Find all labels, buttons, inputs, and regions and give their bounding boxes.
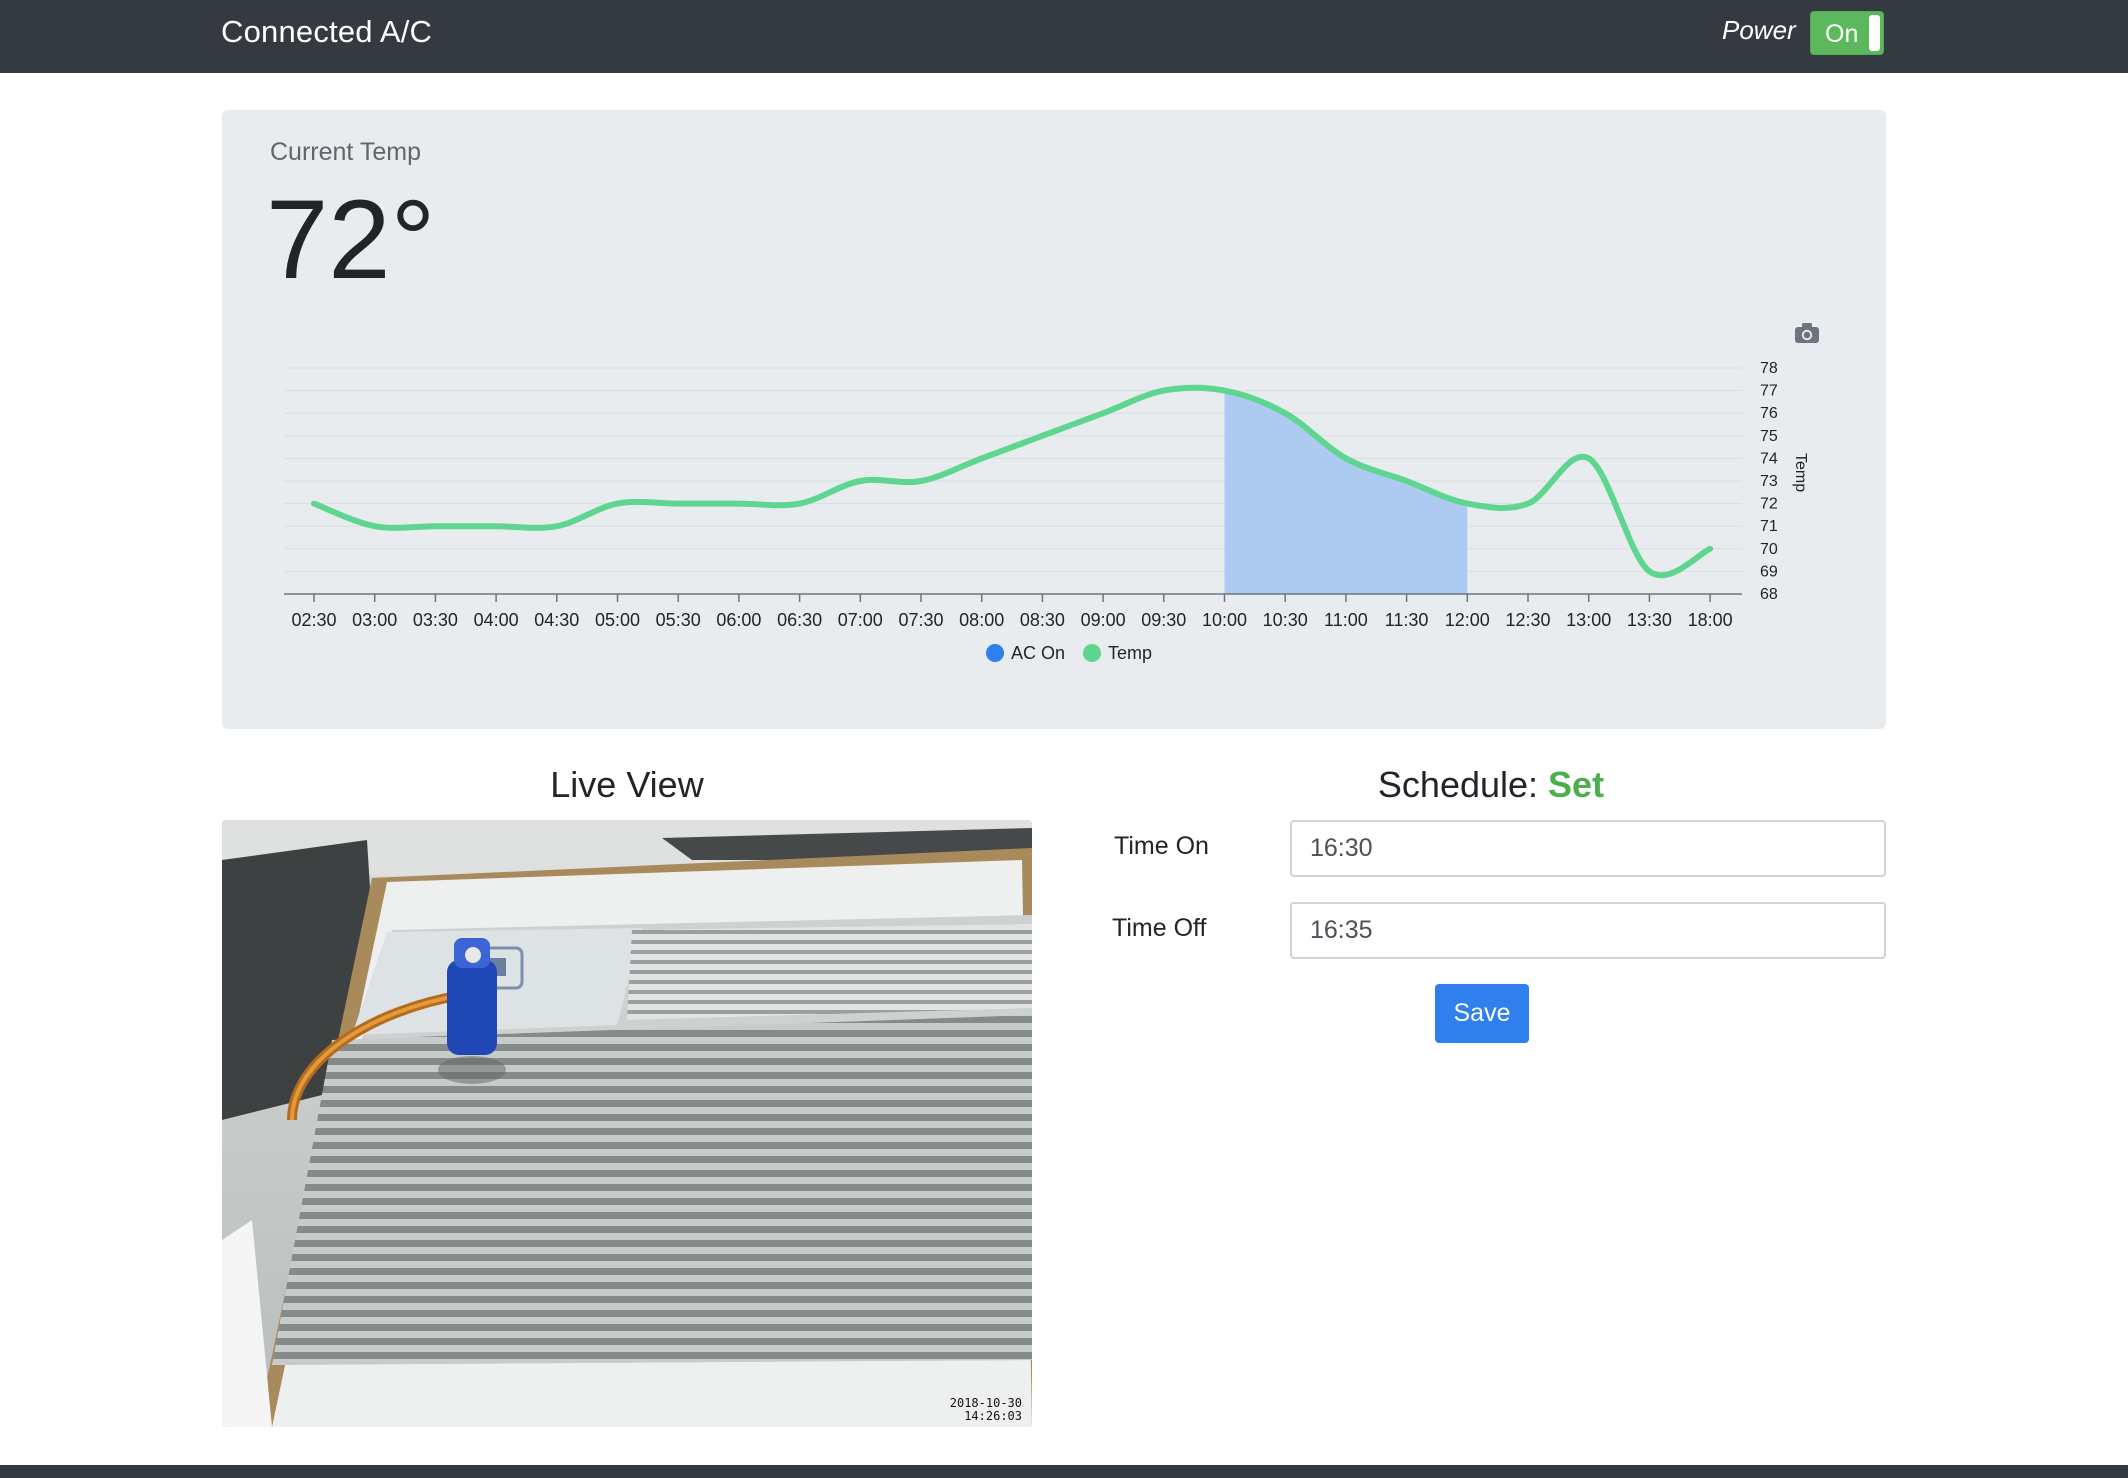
y-tick-label: 75 bbox=[1760, 428, 1778, 445]
x-tick-label: 04:30 bbox=[534, 610, 579, 630]
x-tick-label: 08:00 bbox=[959, 610, 1004, 630]
brand-title[interactable]: Connected A/C bbox=[221, 14, 432, 50]
x-tick-label: 05:30 bbox=[656, 610, 701, 630]
x-tick-label: 03:30 bbox=[413, 610, 458, 630]
schedule-status: Set bbox=[1548, 764, 1605, 805]
x-tick-label: 09:00 bbox=[1081, 610, 1126, 630]
legend-marker bbox=[986, 644, 1004, 662]
live-view-image: 2018-10-30 14:26:03 bbox=[222, 820, 1032, 1427]
power-toggle[interactable]: On bbox=[1810, 11, 1884, 55]
schedule-title: Schedule: Set bbox=[1096, 764, 1886, 806]
x-tick-label: 10:00 bbox=[1202, 610, 1247, 630]
x-tick-label: 04:00 bbox=[474, 610, 519, 630]
schedule-title-label: Schedule: bbox=[1377, 764, 1539, 805]
x-tick-label: 13:00 bbox=[1566, 610, 1611, 630]
y-tick-label: 70 bbox=[1760, 541, 1778, 558]
x-tick-label: 05:00 bbox=[595, 610, 640, 630]
power-toggle-handle[interactable] bbox=[1869, 15, 1880, 51]
x-tick-label: 06:00 bbox=[716, 610, 761, 630]
live-view-title: Live View bbox=[550, 764, 704, 805]
power-toggle-label: On bbox=[1825, 20, 1859, 48]
x-tick-label: 03:00 bbox=[352, 610, 397, 630]
power-label: Power bbox=[1722, 15, 1796, 45]
x-tick-label: 11:30 bbox=[1385, 610, 1429, 630]
y-tick-label: 78 bbox=[1760, 360, 1778, 377]
x-tick-label: 10:30 bbox=[1263, 610, 1308, 630]
y-tick-label: 68 bbox=[1760, 586, 1778, 603]
x-tick-label: 09:30 bbox=[1141, 610, 1186, 630]
legend-label: AC On bbox=[1011, 643, 1065, 663]
time-off-input[interactable] bbox=[1290, 902, 1886, 959]
time-on-label: Time On bbox=[1114, 832, 1209, 860]
y-axis-title: Temp bbox=[1792, 453, 1809, 492]
x-tick-label: 06:30 bbox=[777, 610, 822, 630]
save-button[interactable]: Save bbox=[1435, 984, 1529, 1043]
current-temp-card: Current Temp 72° 68 69 70 71 72 73 74 75 76 77 78 T… bbox=[222, 110, 1886, 729]
temperature-chart: 68 69 70 71 72 73 74 75 76 77 78 Temp 02:30 03:00 03:3… bbox=[284, 360, 1809, 663]
y-tick-label: 76 bbox=[1760, 405, 1778, 422]
temp-line bbox=[311, 384, 1714, 579]
camera-icon[interactable] bbox=[1794, 322, 1820, 344]
navbar: Connected A/C Power On bbox=[0, 0, 2128, 73]
x-tick-label: 11:00 bbox=[1324, 610, 1368, 630]
legend-marker bbox=[1083, 644, 1101, 662]
x-tick-label: 07:30 bbox=[898, 610, 943, 630]
time-off-label: Time Off bbox=[1112, 914, 1207, 942]
y-tick-label: 73 bbox=[1760, 473, 1778, 490]
y-tick-label: 74 bbox=[1760, 450, 1778, 467]
y-tick-label: 69 bbox=[1760, 563, 1778, 580]
legend-label: Temp bbox=[1108, 643, 1152, 663]
time-on-input[interactable] bbox=[1290, 820, 1886, 877]
x-tick-label: 08:30 bbox=[1020, 610, 1065, 630]
x-tick-label: 07:00 bbox=[838, 610, 883, 630]
y-tick-label: 72 bbox=[1760, 496, 1778, 513]
x-tick-label: 12:30 bbox=[1505, 610, 1550, 630]
ac-camera-feed bbox=[222, 820, 1032, 1427]
x-tick-label: 18:00 bbox=[1688, 610, 1733, 630]
x-tick-label: 02:30 bbox=[291, 610, 336, 630]
camera-timestamp: 2018-10-30 14:26:03 bbox=[949, 1395, 1022, 1423]
y-tick-label: 77 bbox=[1760, 383, 1778, 400]
x-tick-label: 13:30 bbox=[1627, 610, 1672, 630]
x-tick-label: 12:00 bbox=[1445, 610, 1490, 630]
footer-bar bbox=[0, 1465, 2128, 1478]
y-tick-label: 71 bbox=[1760, 518, 1778, 535]
